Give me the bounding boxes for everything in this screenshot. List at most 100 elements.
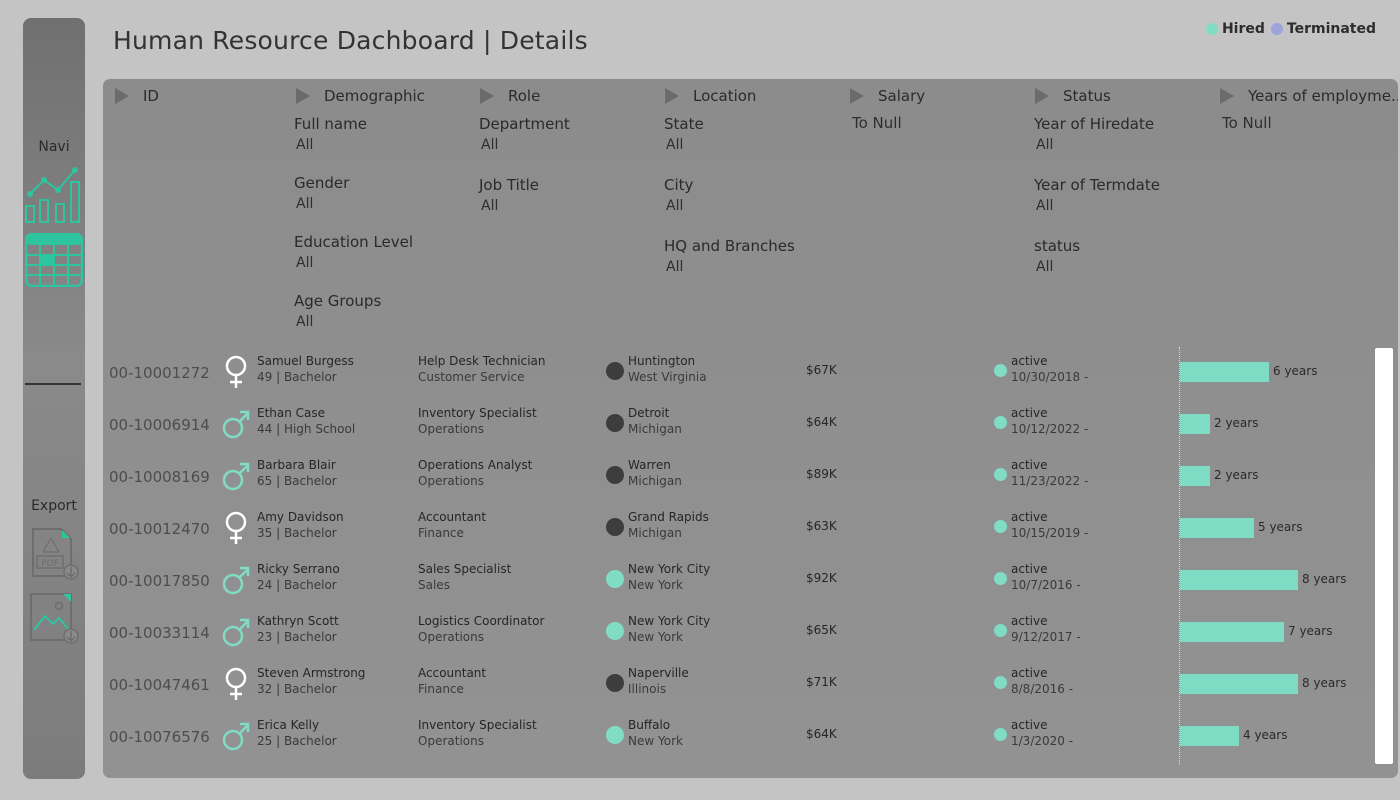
filter-value-hq-branches[interactable]: All bbox=[666, 259, 683, 275]
status-dot-icon bbox=[994, 416, 1007, 429]
job-title: Accountant bbox=[418, 510, 487, 524]
employee-age-education: 23 | Bachelor bbox=[257, 630, 337, 644]
employee-age-education: 65 | Bachelor bbox=[257, 474, 337, 488]
filter-header-location[interactable]: Location bbox=[665, 87, 756, 105]
employee-id: 00-10008169 bbox=[109, 468, 210, 486]
filter-header-role[interactable]: Role bbox=[480, 87, 540, 105]
filter-value-state[interactable]: All bbox=[666, 137, 683, 153]
sidebar-divider bbox=[25, 383, 81, 385]
salary: $67K bbox=[806, 363, 837, 377]
employee-age-education: 24 | Bachelor bbox=[257, 578, 337, 592]
job-title: Accountant bbox=[418, 666, 487, 680]
image-download-icon[interactable] bbox=[29, 592, 79, 650]
branch-dot-icon bbox=[606, 466, 624, 484]
years-label: 6 years bbox=[1273, 364, 1318, 378]
department: Operations bbox=[418, 422, 484, 436]
status: active bbox=[1011, 510, 1048, 524]
filter-header-label: Role bbox=[508, 87, 541, 105]
filter-header-status[interactable]: Status bbox=[1035, 87, 1111, 105]
male-icon bbox=[221, 718, 251, 758]
filter-value-full-name[interactable]: All bbox=[296, 137, 313, 153]
city: Huntington bbox=[628, 354, 696, 368]
years-label: 8 years bbox=[1302, 676, 1347, 690]
years-label: 7 years bbox=[1288, 624, 1333, 638]
hire-date: 10/12/2022 - bbox=[1011, 422, 1089, 436]
filter-header-label: Location bbox=[693, 87, 757, 105]
table-row[interactable]: 00-10012470 Amy Davidson 35 | Bachelor Acco… bbox=[103, 504, 1373, 556]
filter-label-status: status bbox=[1034, 237, 1081, 255]
years-label: 5 years bbox=[1258, 520, 1303, 534]
legend-item-hired[interactable]: Hired bbox=[1205, 21, 1265, 37]
status-dot-icon bbox=[994, 676, 1007, 689]
filter-value-age-groups[interactable]: All bbox=[296, 314, 313, 330]
employee-id: 00-10001272 bbox=[109, 364, 210, 382]
filter-value-status[interactable]: All bbox=[1036, 259, 1053, 275]
job-title: Logistics Coordinator bbox=[418, 614, 545, 628]
filter-value-year-termdate[interactable]: All bbox=[1036, 198, 1053, 214]
filter-value-education[interactable]: All bbox=[296, 255, 313, 271]
filter-value-salary[interactable]: To Null bbox=[852, 114, 902, 132]
employee-name: Steven Armstrong bbox=[257, 666, 366, 680]
female-icon bbox=[221, 510, 251, 550]
job-title: Operations Analyst bbox=[418, 458, 533, 472]
hire-date: 9/12/2017 - bbox=[1011, 630, 1081, 644]
filter-value-department[interactable]: All bbox=[481, 137, 498, 153]
pdf-download-icon[interactable]: PDF bbox=[29, 528, 79, 586]
years-bar bbox=[1180, 674, 1298, 694]
department: Finance bbox=[418, 682, 464, 696]
job-title: Inventory Specialist bbox=[418, 718, 537, 732]
filter-value-years[interactable]: To Null bbox=[1222, 114, 1272, 132]
city: Detroit bbox=[628, 406, 670, 420]
table-row[interactable]: 00-10076576 Erica Kelly 25 | Bachelor Inven… bbox=[103, 712, 1373, 764]
legend-item-terminated[interactable]: Terminated bbox=[1270, 21, 1376, 37]
hq-dot-icon bbox=[606, 622, 624, 640]
city: Grand Rapids bbox=[628, 510, 709, 524]
years-label: 8 years bbox=[1302, 572, 1347, 586]
state: Michigan bbox=[628, 474, 682, 488]
branch-dot-icon bbox=[606, 518, 624, 536]
table-row[interactable]: 00-10047461 Steven Armstrong 32 | Bachelor… bbox=[103, 660, 1373, 712]
state: New York bbox=[628, 578, 683, 592]
employee-name: Kathryn Scott bbox=[257, 614, 339, 628]
years-bar bbox=[1180, 414, 1210, 434]
filter-header-id[interactable]: ID bbox=[115, 87, 159, 105]
filter-value-year-hiredate[interactable]: All bbox=[1036, 137, 1053, 153]
status-dot-icon bbox=[994, 624, 1007, 637]
filter-label-state: State bbox=[664, 115, 704, 133]
sidebar: Navi Export PDF bbox=[23, 18, 85, 779]
page-title: Human Resource Dachboard | Details bbox=[113, 26, 588, 55]
filter-header-years[interactable]: Years of employme.. bbox=[1220, 87, 1398, 105]
state: Illinois bbox=[628, 682, 667, 696]
filter-value-job-title[interactable]: All bbox=[481, 198, 498, 214]
filter-header-salary[interactable]: Salary bbox=[850, 87, 925, 105]
filter-value-gender[interactable]: All bbox=[296, 196, 313, 212]
job-title: Help Desk Technician bbox=[418, 354, 546, 368]
salary: $65K bbox=[806, 623, 837, 637]
filter-value-city[interactable]: All bbox=[666, 198, 683, 214]
years-bar bbox=[1180, 518, 1254, 538]
filter-header-demographic[interactable]: Demographic bbox=[296, 87, 425, 105]
table-row[interactable]: 00-10001272 Samuel Burgess 49 | Bachelor He… bbox=[103, 348, 1373, 400]
scrollbar[interactable] bbox=[1375, 348, 1393, 764]
salary: $64K bbox=[806, 727, 837, 741]
branch-dot-icon bbox=[606, 362, 624, 380]
hire-date: 10/15/2019 - bbox=[1011, 526, 1089, 540]
table-row[interactable]: 00-10017850 Ricky Serrano 24 | Bachelor Sal… bbox=[103, 556, 1373, 608]
table-icon[interactable] bbox=[24, 232, 84, 291]
chart-icon[interactable] bbox=[25, 166, 83, 228]
expand-triangle-icon bbox=[1035, 88, 1049, 104]
table-row[interactable]: 00-10006914 Ethan Case 44 | High School Inv… bbox=[103, 400, 1373, 452]
years-bar bbox=[1180, 726, 1239, 746]
hire-date: 11/23/2022 - bbox=[1011, 474, 1089, 488]
table-row[interactable]: 00-10033114 Kathryn Scott 23 | Bachelor Log… bbox=[103, 608, 1373, 660]
state: Michigan bbox=[628, 526, 682, 540]
employee-age-education: 25 | Bachelor bbox=[257, 734, 337, 748]
branch-dot-icon bbox=[606, 674, 624, 692]
legend-label-terminated: Terminated bbox=[1286, 21, 1376, 37]
filter-label-full-name: Full name bbox=[294, 115, 367, 133]
department: Sales bbox=[418, 578, 450, 592]
city: New York City bbox=[628, 614, 711, 628]
employee-name: Ethan Case bbox=[257, 406, 326, 420]
table-row[interactable]: 00-10008169 Barbara Blair 65 | Bachelor Ope… bbox=[103, 452, 1373, 504]
hire-date: 1/3/2020 - bbox=[1011, 734, 1074, 748]
